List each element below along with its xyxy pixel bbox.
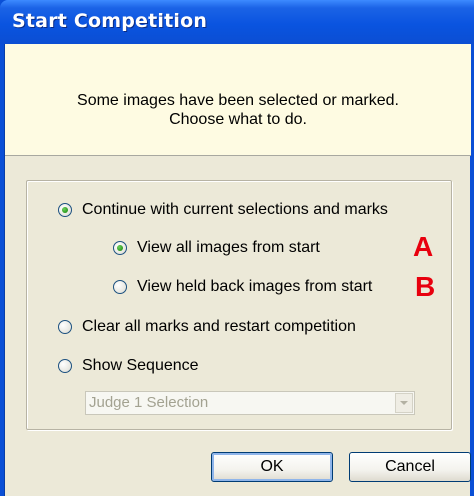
- start-competition-dialog: Start Competition Some images have been …: [0, 0, 474, 496]
- message-line-2: Choose what to do.: [169, 111, 307, 128]
- view-all-label: View all images from start: [137, 239, 320, 256]
- clear-all-option[interactable]: Clear all marks and restart competition: [58, 317, 356, 337]
- view-held-option[interactable]: View held back images from start: [113, 277, 372, 297]
- sequence-select[interactable]: Judge 1 Selection: [85, 391, 415, 415]
- annotation-a: A: [413, 231, 434, 262]
- cancel-button[interactable]: Cancel: [349, 452, 471, 482]
- ok-button[interactable]: OK: [211, 452, 333, 482]
- clear-all-radio[interactable]: [58, 320, 72, 334]
- show-sequence-option[interactable]: Show Sequence: [58, 356, 199, 376]
- radio-selected-dot: [117, 245, 123, 251]
- view-all-option[interactable]: View all images from start: [113, 238, 320, 258]
- continue-label: Continue with current selections and mar…: [82, 201, 388, 218]
- radio-selected-dot: [62, 207, 68, 213]
- message-line-1: Some images have been selected or marked…: [77, 92, 399, 109]
- clear-all-label: Clear all marks and restart competition: [82, 318, 356, 335]
- view-held-radio[interactable]: [113, 280, 127, 294]
- show-sequence-radio[interactable]: [58, 359, 72, 373]
- view-all-radio[interactable]: [113, 241, 127, 255]
- title-bar[interactable]: Start Competition: [0, 0, 474, 44]
- dropdown-button[interactable]: [395, 393, 413, 413]
- annotation-b: B: [415, 271, 436, 302]
- chevron-down-icon: [400, 401, 408, 405]
- dialog-body: Some images have been selected or marked…: [4, 44, 471, 496]
- show-sequence-label: Show Sequence: [82, 357, 199, 374]
- dialog-title: Start Competition: [12, 10, 208, 32]
- message-panel: Some images have been selected or marked…: [5, 44, 471, 156]
- continue-option[interactable]: Continue with current selections and mar…: [58, 200, 388, 220]
- view-held-label: View held back images from start: [137, 278, 373, 295]
- continue-radio[interactable]: [58, 203, 72, 217]
- sequence-select-value: Judge 1 Selection: [89, 394, 209, 411]
